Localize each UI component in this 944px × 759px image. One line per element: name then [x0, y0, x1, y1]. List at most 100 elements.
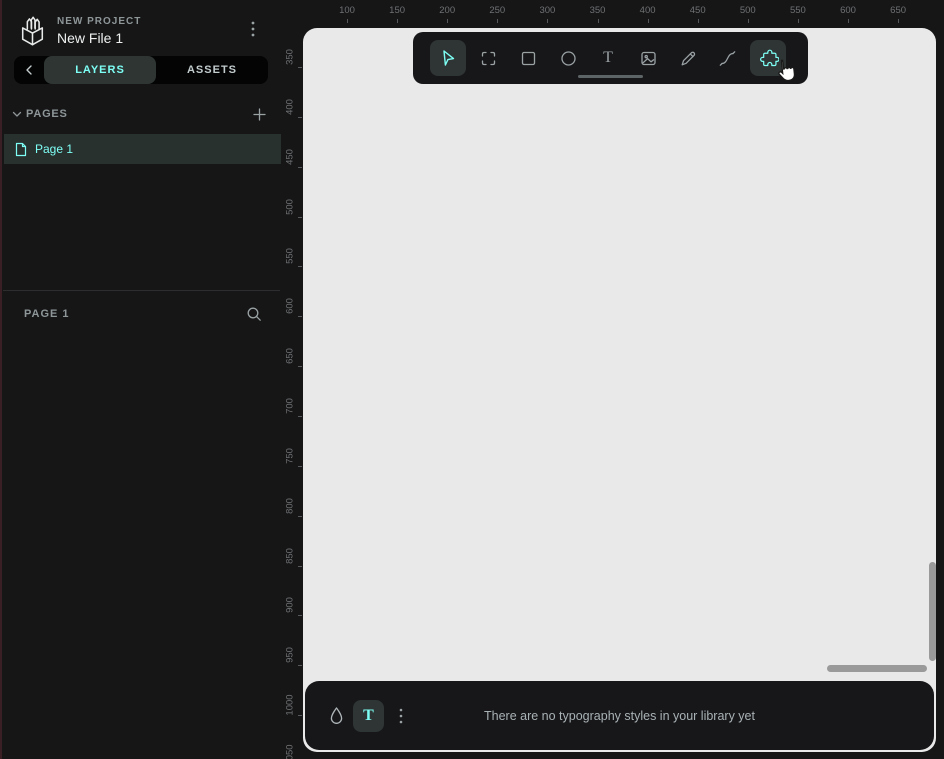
- ruler-tick: [298, 416, 302, 417]
- ruler-tick: [397, 19, 398, 23]
- ruler-tick: [648, 19, 649, 23]
- ruler-label: 600: [285, 298, 296, 314]
- toolbar-drag-handle[interactable]: [578, 75, 643, 78]
- sidebar-tabbar: LAYERS ASSETS: [14, 56, 268, 84]
- ruler-tick: [298, 615, 302, 616]
- pages-section-header: PAGES: [12, 106, 268, 122]
- ruler-tick: [798, 19, 799, 23]
- plugins-tool-button[interactable]: [750, 40, 786, 76]
- ruler-tick: [898, 19, 899, 23]
- layers-panel-header: PAGE 1: [24, 305, 264, 323]
- tab-layers[interactable]: LAYERS: [44, 56, 156, 84]
- letter-t-icon: T: [603, 50, 613, 66]
- ruler-label: 800: [285, 498, 296, 514]
- layers-page-title: PAGE 1: [24, 308, 70, 320]
- typography-library-bar: T There are no typography styles in your…: [305, 681, 934, 750]
- ellipse-tool-button[interactable]: [550, 40, 586, 76]
- ruler-label: 550: [790, 5, 806, 16]
- pen-tool-button[interactable]: [670, 40, 706, 76]
- horizontal-ruler[interactable]: 100150200250300350400450500550600650: [280, 0, 944, 28]
- ruler-tick: [298, 316, 302, 317]
- file-name: New File 1: [57, 30, 141, 46]
- sidebar-divider: [3, 290, 280, 291]
- rectangle-tool-button[interactable]: [510, 40, 546, 76]
- ruler-tick: [298, 67, 302, 68]
- ruler-tick: [298, 366, 302, 367]
- chevron-down-icon[interactable]: [12, 111, 22, 118]
- puzzle-icon: [758, 48, 779, 69]
- square-icon: [518, 48, 539, 69]
- canvas-viewport[interactable]: [303, 28, 936, 752]
- curve-icon: [718, 48, 739, 69]
- ruler-tick: [298, 466, 302, 467]
- ruler-tick: [298, 566, 302, 567]
- path-tool-button[interactable]: [710, 40, 746, 76]
- ruler-tick: [748, 19, 749, 23]
- pages-title: PAGES: [26, 108, 68, 120]
- ruler-label: 600: [840, 5, 856, 16]
- picture-icon: [638, 48, 659, 69]
- ruler-label: 900: [285, 597, 296, 613]
- page-name: Page 1: [35, 142, 73, 156]
- ruler-label: 1050: [285, 744, 296, 759]
- ruler-tick: [298, 217, 302, 218]
- ruler-tick: [298, 715, 302, 716]
- ruler-tick: [298, 117, 302, 118]
- search-icon: [246, 306, 262, 322]
- ruler-label: 100: [339, 5, 355, 16]
- collapse-sidebar-button[interactable]: [14, 56, 44, 84]
- ruler-label: 300: [539, 5, 555, 16]
- circle-icon: [558, 48, 579, 69]
- ruler-tick: [298, 266, 302, 267]
- file-menu-button[interactable]: [240, 16, 266, 42]
- ruler-label: 500: [285, 199, 296, 215]
- cursor-arrow-icon: [438, 48, 458, 68]
- ruler-label: 400: [285, 99, 296, 115]
- vertical-ruler[interactable]: 3504004505005506006507007508008509009501…: [280, 28, 303, 759]
- ruler-label: 450: [285, 149, 296, 165]
- vertical-scrollbar[interactable]: [929, 562, 936, 661]
- ruler-tick: [547, 19, 548, 23]
- board-tool-button[interactable]: [470, 40, 506, 76]
- ruler-label: 500: [740, 5, 756, 16]
- ruler-label: 700: [285, 398, 296, 414]
- ruler-tick: [298, 516, 302, 517]
- ruler-label: 650: [890, 5, 906, 16]
- ruler-tick: [848, 19, 849, 23]
- ruler-label: 400: [640, 5, 656, 16]
- horizontal-scrollbar[interactable]: [827, 665, 927, 672]
- kebab-vertical-icon: [251, 21, 255, 37]
- typography-styles-button[interactable]: T: [353, 700, 384, 732]
- plus-icon: [253, 108, 266, 121]
- ruler-label: 350: [285, 49, 296, 65]
- letter-t-icon: T: [363, 708, 374, 724]
- droplet-icon: [328, 706, 345, 725]
- ruler-tick: [598, 19, 599, 23]
- ruler-label: 150: [389, 5, 405, 16]
- kebab-vertical-icon: [399, 708, 403, 724]
- page-list-item[interactable]: Page 1: [4, 134, 281, 164]
- ruler-label: 850: [285, 548, 296, 564]
- ruler-label: 550: [285, 248, 296, 264]
- search-layers-button[interactable]: [244, 304, 264, 324]
- ruler-label: 450: [690, 5, 706, 16]
- move-tool-button[interactable]: [430, 40, 466, 76]
- window-left-edge: [0, 0, 2, 759]
- text-tool-button[interactable]: T: [590, 40, 626, 76]
- ruler-label: 200: [439, 5, 455, 16]
- penpot-logo-icon: [16, 15, 49, 48]
- image-tool-button[interactable]: [630, 40, 666, 76]
- document-icon: [15, 142, 27, 157]
- add-page-button[interactable]: [250, 105, 268, 123]
- tab-assets[interactable]: ASSETS: [156, 56, 268, 84]
- color-styles-button[interactable]: [322, 700, 350, 732]
- library-menu-button[interactable]: [387, 700, 415, 732]
- pencil-icon: [678, 48, 699, 69]
- ruler-tick: [447, 19, 448, 23]
- chevron-left-icon: [25, 65, 33, 75]
- ruler-tick: [497, 19, 498, 23]
- ruler-tick: [347, 19, 348, 23]
- ruler-label: 350: [590, 5, 606, 16]
- left-sidebar: NEW PROJECT New File 1 LAYERS ASSETS PAG…: [0, 0, 280, 759]
- ruler-label: 1000: [285, 694, 296, 715]
